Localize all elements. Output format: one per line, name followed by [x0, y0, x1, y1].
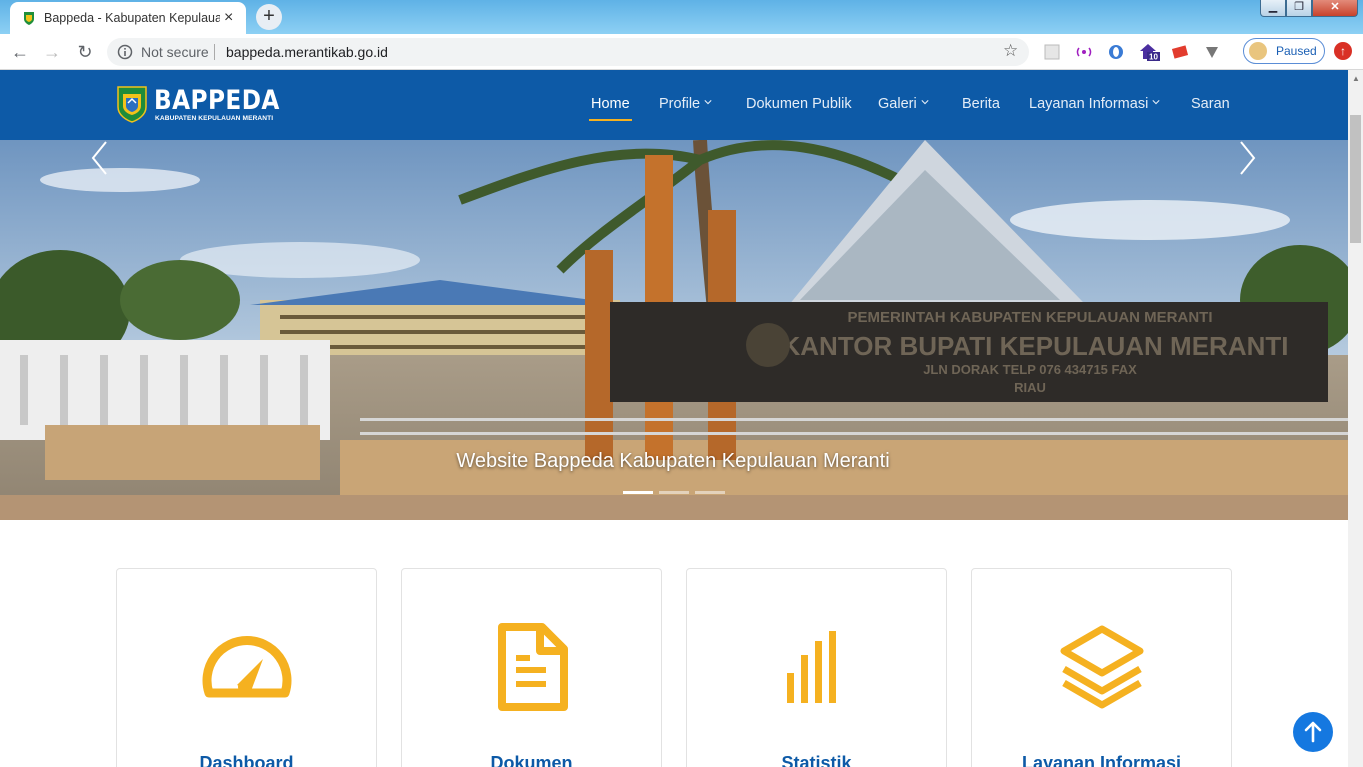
chrome-update-menu-icon[interactable]: ↑: [1334, 42, 1352, 60]
logo-subtitle: KABUPATEN KEPULAUAN MERANTI: [155, 115, 274, 122]
back-button[interactable]: ←: [8, 40, 32, 64]
regency-emblem-icon: [117, 86, 147, 123]
window-minimize-button[interactable]: ▁: [1260, 0, 1286, 17]
nav-label: Dokumen Publik: [746, 96, 852, 112]
extension-grid-icon[interactable]: [1043, 43, 1061, 61]
address-separator: [214, 44, 215, 60]
active-nav-underline: [589, 119, 632, 121]
window-close-button[interactable]: ✕: [1312, 0, 1358, 17]
chevron-down-icon: [921, 100, 929, 105]
profile-avatar: [1249, 42, 1267, 60]
nav-label: Layanan Informasi: [1029, 96, 1149, 112]
card-dokumen[interactable]: Dokumen: [401, 568, 662, 767]
reload-button[interactable]: ↻: [73, 40, 97, 64]
extension-broadcast-icon[interactable]: [1075, 43, 1093, 61]
tab-title: Bappeda - Kabupaten Kepulauan Meranti: [44, 11, 220, 25]
nav-label: Profile: [659, 96, 701, 112]
site-logo[interactable]: BAPPEDA KABUPATEN KEPULAUAN MERANTI: [117, 85, 280, 126]
layers-icon: [1060, 625, 1144, 709]
sign-line-1: PEMERINTAH KABUPATEN KEPULAUAN MERANTI: [848, 309, 1213, 326]
tab-close-icon[interactable]: ×: [224, 8, 233, 28]
forward-button[interactable]: →: [40, 40, 64, 64]
nav-label: Saran: [1191, 96, 1230, 112]
scroll-up-icon[interactable]: ▲: [1352, 74, 1360, 83]
nav-item-berita[interactable]: Berita: [962, 96, 1000, 112]
extension-opera-icon[interactable]: [1107, 43, 1125, 61]
card-dashboard[interactable]: Dashboard: [116, 568, 377, 767]
site-favicon-icon: [24, 12, 34, 25]
profile-status-label: Paused: [1276, 44, 1317, 58]
window-maximize-button[interactable]: ❐: [1286, 0, 1312, 17]
nav-label: Galeri: [878, 96, 917, 112]
arrow-up-icon: [1304, 721, 1322, 743]
nav-label: Home: [591, 96, 630, 112]
sign-line-3: JLN DORAK TELP 076 434715 FAX: [923, 362, 1137, 377]
browser-tab-bar: Bappeda - Kabupaten Kepulauan Meranti × …: [0, 0, 1363, 34]
card-title: Dashboard: [199, 753, 294, 767]
sign-line-4: RIAU: [1014, 380, 1046, 395]
page-scrollbar[interactable]: ▲: [1348, 70, 1363, 767]
chevron-down-icon: [1152, 100, 1160, 105]
speedometer-icon: [202, 636, 292, 698]
back-to-top-button[interactable]: [1293, 712, 1333, 752]
security-label: Not secure: [141, 44, 209, 60]
browser-toolbar: ← → ↻ Not secure bappeda.merantikab.go.i…: [0, 34, 1363, 70]
site-header: BAPPEDA KABUPATEN KEPULAUAN MERANTI Home…: [0, 70, 1348, 140]
nav-item-profile[interactable]: Profile: [659, 96, 712, 112]
nav-item-saran[interactable]: Saran: [1191, 96, 1230, 112]
bookmark-star-icon[interactable]: ☆: [1003, 41, 1018, 61]
carousel-indicator-3[interactable]: [695, 491, 725, 494]
sign-line-2: KANTOR BUPATI KEPULAUAN MERANTI: [782, 331, 1289, 361]
card-title: Statistik: [781, 753, 852, 767]
document-icon: [498, 623, 568, 711]
bar-chart-icon: [787, 631, 836, 703]
chevron-down-icon: [704, 100, 712, 105]
hero-carousel[interactable]: PEMERINTAH KABUPATEN KEPULAUAN MERANTI K…: [0, 140, 1348, 520]
card-statistik[interactable]: Statistik: [686, 568, 947, 767]
extension-badge: 10: [1149, 53, 1158, 62]
info-icon[interactable]: [117, 44, 133, 60]
new-tab-button[interactable]: +: [256, 4, 282, 30]
nav-item-layanan-informasi[interactable]: Layanan Informasi: [1029, 96, 1160, 112]
browser-tab[interactable]: Bappeda - Kabupaten Kepulauan Meranti ×: [10, 2, 246, 34]
hero-caption: Website Bappeda Kabupaten Kepulauan Mera…: [456, 450, 890, 472]
page-viewport: BAPPEDA KABUPATEN KEPULAUAN MERANTI Home…: [0, 70, 1348, 767]
carousel-next-icon[interactable]: [1237, 140, 1257, 176]
logo-name: BAPPEDA: [154, 85, 280, 116]
nav-label: Berita: [962, 96, 1000, 112]
sign-emblem-icon: [746, 323, 790, 367]
carousel-indicator-1[interactable]: [623, 491, 653, 494]
nav-item-galeri[interactable]: Galeri: [878, 96, 929, 112]
carousel-indicator-2[interactable]: [659, 491, 689, 494]
scrollbar-thumb[interactable]: [1350, 115, 1361, 243]
address-bar[interactable]: Not secure bappeda.merantikab.go.id ☆: [107, 38, 1029, 66]
nav-item-dokumen-publik[interactable]: Dokumen Publik: [746, 96, 852, 112]
extension-red-icon[interactable]: [1171, 43, 1189, 61]
card-title: Dokumen: [490, 753, 573, 767]
url-text[interactable]: bappeda.merantikab.go.id: [226, 44, 388, 60]
profile-paused-button[interactable]: Paused: [1243, 38, 1325, 64]
card-title: Layanan Informasi: [1021, 753, 1182, 767]
extension-home-icon[interactable]: 10: [1139, 43, 1161, 61]
extension-vivaldi-icon[interactable]: [1203, 43, 1221, 61]
carousel-prev-icon[interactable]: [90, 140, 110, 176]
nav-item-home[interactable]: Home: [591, 96, 630, 112]
card-layanan-informasi[interactable]: Layanan Informasi: [971, 568, 1232, 767]
